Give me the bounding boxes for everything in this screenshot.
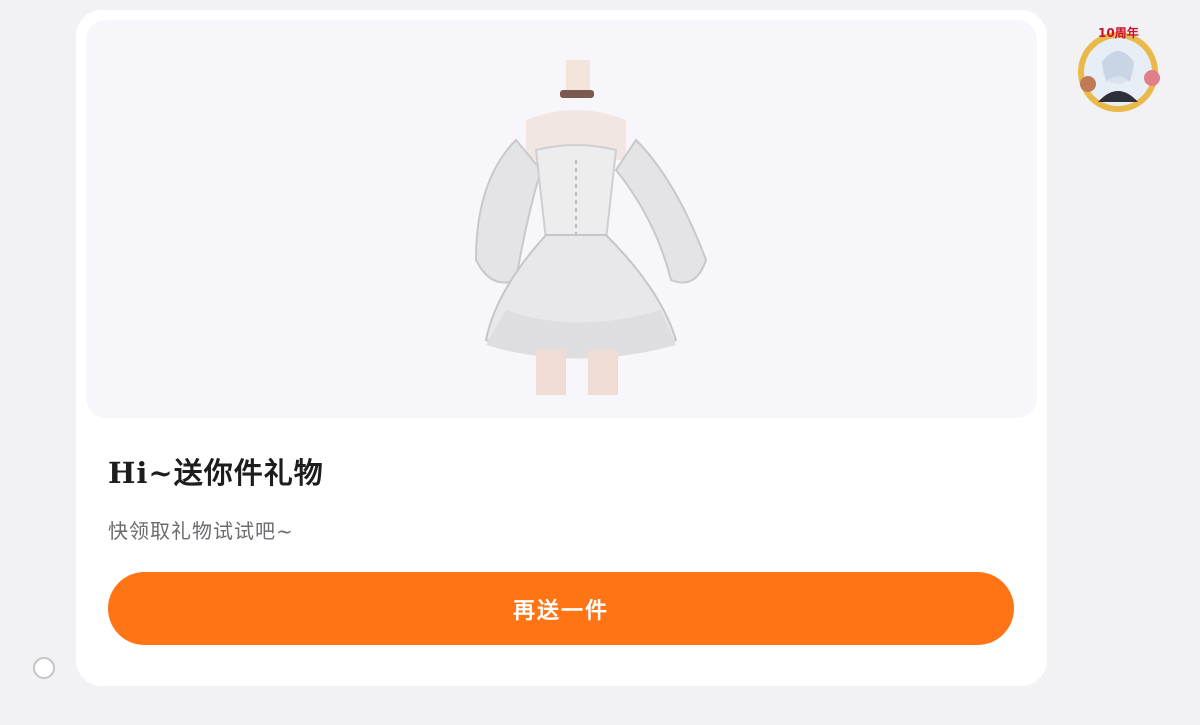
gift-card: Hi~送你件礼物 快领取礼物试试吧~ 再送一件: [76, 10, 1047, 686]
anniversary-badge: 10周年: [1098, 26, 1139, 40]
gift-image-area: [86, 20, 1037, 418]
gift-subtitle: 快领取礼物试试吧~: [108, 519, 294, 543]
send-another-button[interactable]: 再送一件: [108, 572, 1014, 645]
gift-title: Hi~送你件礼物: [108, 456, 324, 490]
radio-button[interactable]: [33, 657, 55, 679]
dress-image: [474, 60, 708, 395]
